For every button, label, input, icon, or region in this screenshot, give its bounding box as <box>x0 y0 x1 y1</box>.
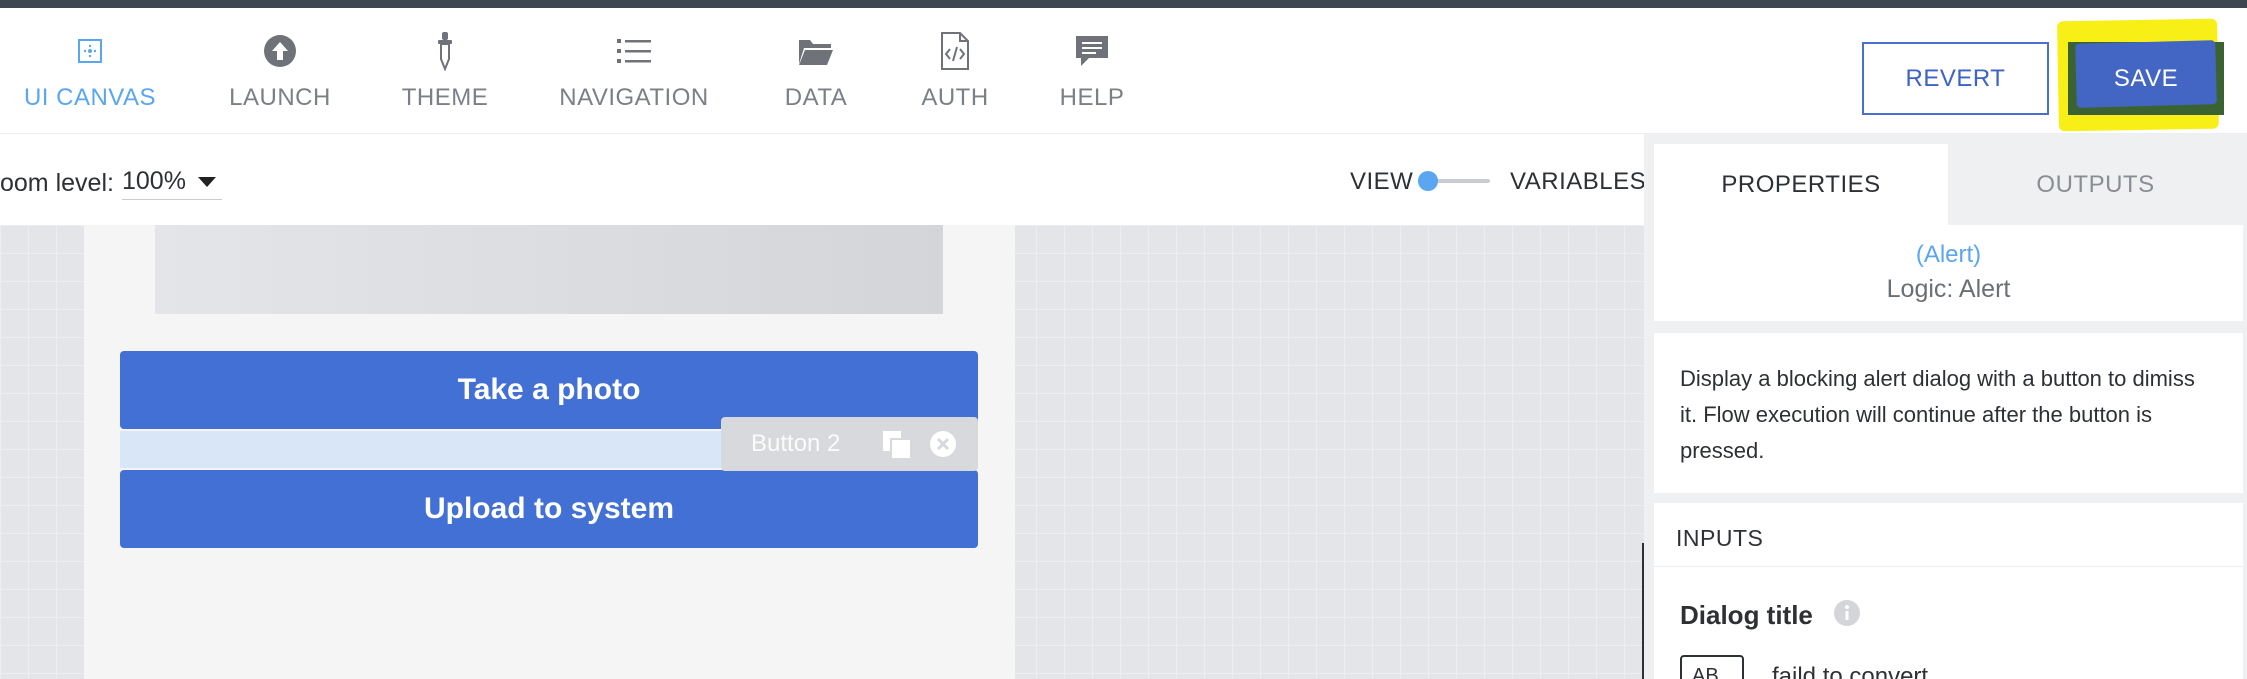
top-toolbar: UI CANVAS LAUNCH THEME NAVIGATION DATA A… <box>0 8 2247 134</box>
dialog-title-label: Dialog title <box>1680 600 1813 630</box>
chat-bubble-icon <box>1072 28 1112 74</box>
component-header-card: (Alert) Logic: Alert <box>1654 225 2243 321</box>
nav-data[interactable]: DATA <box>776 28 856 128</box>
component-description: Display a blocking alert dialog with a b… <box>1654 333 2243 493</box>
tab-outputs[interactable]: OUTPUTS <box>1948 144 2243 225</box>
nav-label: THEME <box>401 84 489 111</box>
nav-label: NAVIGATION <box>559 84 709 111</box>
dialog-title-input[interactable]: faild to convert <box>1772 663 1928 679</box>
save-button[interactable]: SAVE <box>2068 40 2224 115</box>
variables-label: VARIABLES <box>1510 168 1647 195</box>
app-root: UI CANVAS LAUNCH THEME NAVIGATION DATA A… <box>0 0 2247 679</box>
selected-component-tag[interactable]: Button 2 <box>721 417 978 471</box>
revert-button[interactable]: REVERT <box>1862 42 2049 115</box>
caret-down-icon <box>197 176 216 187</box>
component-type: Logic: Alert <box>1886 275 2011 303</box>
zoom-select[interactable]: 100% <box>122 164 222 200</box>
toggle-knob <box>1418 171 1438 191</box>
panel-tabs: PROPERTIES OUTPUTS <box>1654 144 2243 225</box>
save-button-label: SAVE <box>2113 64 2179 92</box>
text-type-badge[interactable]: AB <box>1680 655 1744 679</box>
list-icon <box>614 28 654 74</box>
nav-ui-canvas[interactable]: UI CANVAS <box>22 28 158 128</box>
remove-icon[interactable] <box>929 430 957 465</box>
nav-navigation[interactable]: NAVIGATION <box>556 28 712 128</box>
duplicate-icon[interactable] <box>881 429 913 468</box>
nav-help[interactable]: HELP <box>1056 28 1128 128</box>
inputs-card: INPUTS Dialog title AB faild to convert <box>1654 503 2243 679</box>
window-top-strip <box>0 0 2247 8</box>
nav-theme[interactable]: THEME <box>400 28 490 128</box>
folder-icon <box>796 28 836 74</box>
image-placeholder[interactable] <box>155 225 943 314</box>
launch-icon <box>260 28 300 74</box>
tab-properties[interactable]: PROPERTIES <box>1654 144 1948 225</box>
nav-label: LAUNCH <box>229 84 331 111</box>
zoom-label: oom level: <box>0 169 114 197</box>
info-icon[interactable] <box>1833 599 1861 632</box>
dialog-title-row: Dialog title <box>1680 599 1861 632</box>
component-name[interactable]: (Alert) <box>1654 241 2243 269</box>
zoom-value: 100% <box>122 167 186 195</box>
eyedropper-icon <box>425 28 465 74</box>
nav-label: DATA <box>784 84 848 111</box>
nav-launch[interactable]: LAUNCH <box>228 28 332 128</box>
selected-component-name: Button 2 <box>751 430 841 457</box>
view-label: VIEW <box>1350 168 1414 195</box>
nav-label: HELP <box>1059 84 1125 111</box>
code-file-icon <box>935 28 975 74</box>
nav-auth[interactable]: AUTH <box>918 28 992 128</box>
nav-label: AUTH <box>921 84 989 111</box>
properties-panel: PROPERTIES OUTPUTS (Alert) Logic: Alert … <box>1644 134 2247 679</box>
ui-canvas-icon <box>70 28 110 74</box>
design-canvas: Take a photo Upload to system Button 2 <box>0 225 1644 679</box>
nav-label: UI CANVAS <box>23 84 157 111</box>
canvas-subtoolbar: oom level: 100% VIEW VARIABLES <box>0 134 1647 225</box>
inputs-header: INPUTS <box>1654 503 2243 567</box>
upload-to-system-button[interactable]: Upload to system <box>120 470 978 548</box>
device-screen: Take a photo Upload to system Button 2 <box>84 225 1015 679</box>
view-variables-toggle[interactable] <box>1418 170 1492 192</box>
